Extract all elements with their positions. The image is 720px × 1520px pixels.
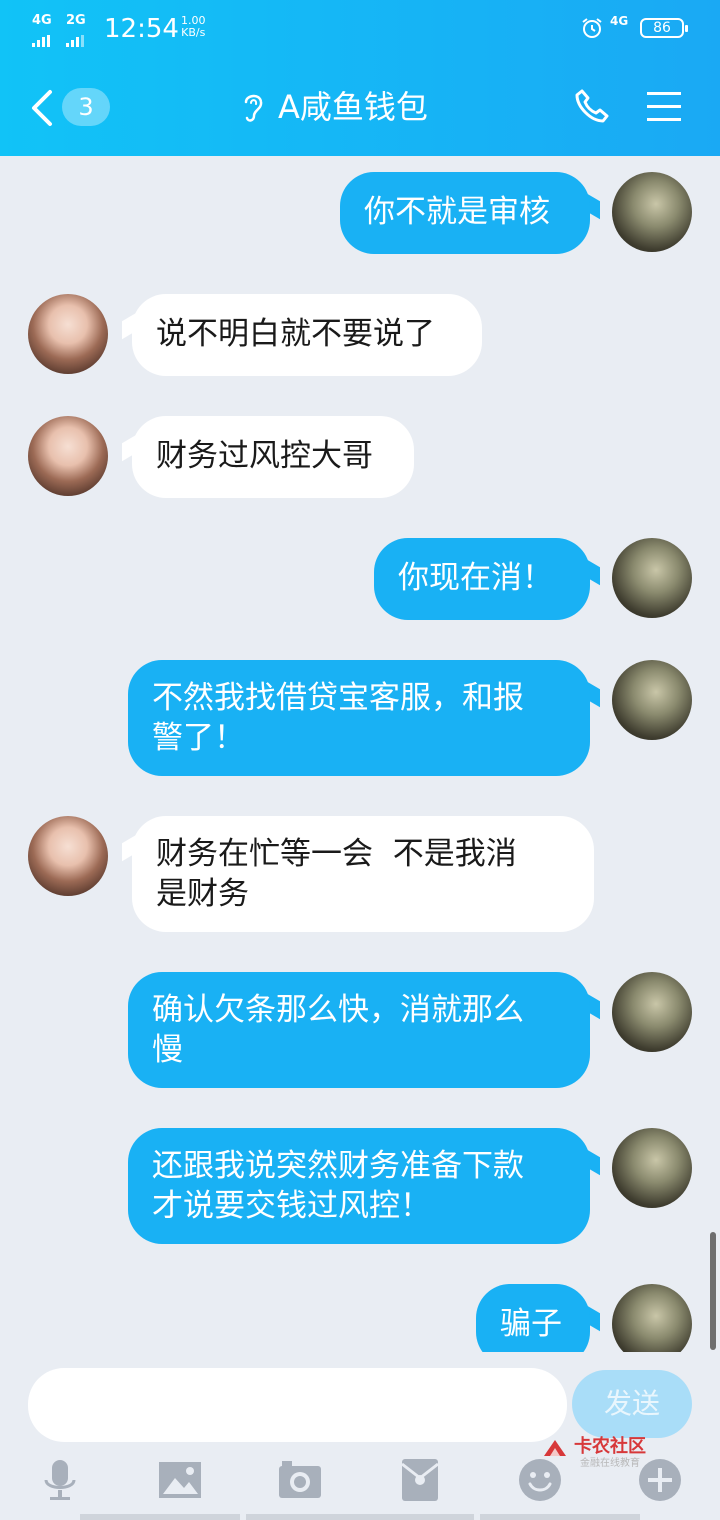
- plus-icon[interactable]: [638, 1458, 682, 1502]
- toolbar-divider: [480, 1514, 640, 1520]
- back-button[interactable]: 3: [28, 82, 118, 132]
- toolbar-divider: [246, 1514, 474, 1520]
- red-packet-icon[interactable]: [398, 1458, 442, 1502]
- message-text-line: 慢: [152, 1032, 183, 1068]
- unread-count-badge: 3: [62, 88, 110, 126]
- avatar-self[interactable]: [612, 972, 692, 1052]
- ear-icon: [244, 94, 263, 122]
- microphone-icon[interactable]: [38, 1458, 82, 1502]
- emoji-icon[interactable]: [518, 1458, 562, 1502]
- status-bar: 4G 2G 12:54 1.00 KB/s 4G 86: [0, 0, 720, 60]
- menu-icon[interactable]: [646, 88, 682, 124]
- battery-indicator: 86: [640, 18, 688, 38]
- message-bubble-other[interactable]: 财务在忙等一会 不是我消 是财务: [132, 816, 594, 932]
- message-text: 骗子: [500, 1306, 562, 1342]
- watermark-subtitle: 金融在线教育: [580, 1458, 640, 1469]
- message-text-line: 还跟我说突然财务准备下款: [152, 1148, 524, 1184]
- message-bubble-self[interactable]: 骗子: [476, 1284, 590, 1352]
- message-text-line: 财务在忙等一会 不是我消: [156, 836, 517, 872]
- message-text-line: 是财务: [156, 876, 249, 912]
- signal-type-1: 4G: [32, 13, 52, 28]
- signal-bars-2-icon: [66, 28, 86, 47]
- signal-type-2: 2G: [66, 13, 86, 28]
- alarm-icon: [582, 18, 602, 38]
- phone-icon[interactable]: [574, 88, 610, 124]
- avatar-self[interactable]: [612, 1284, 692, 1352]
- page-title: A咸鱼钱包: [278, 88, 428, 126]
- camera-icon[interactable]: [278, 1458, 322, 1502]
- avatar-contact[interactable]: [28, 416, 108, 496]
- message-text-line: 才说要交钱过风控！: [152, 1188, 431, 1224]
- signal-bars-1-icon: [32, 28, 52, 47]
- image-icon[interactable]: [158, 1458, 202, 1502]
- message-text-line: 警了！: [152, 720, 245, 756]
- message-bubble-self[interactable]: 你现在消！: [374, 538, 590, 620]
- message-bubble-other[interactable]: 财务过风控大哥: [132, 416, 414, 498]
- avatar-self[interactable]: [612, 660, 692, 740]
- message-input[interactable]: [28, 1368, 567, 1442]
- network-speed-unit: KB/s: [181, 26, 206, 39]
- message-text: 财务过风控大哥: [156, 438, 373, 474]
- network-type: 4G: [610, 14, 629, 28]
- chevron-left-icon: [32, 90, 52, 126]
- message-bubble-other[interactable]: 说不明白就不要说了: [132, 294, 482, 376]
- clipped-message-row: 骗子: [0, 1270, 720, 1352]
- message-bubble-self[interactable]: 不然我找借贷宝客服，和报 警了！: [128, 660, 590, 776]
- network-speed: 1.00 KB/s: [181, 15, 206, 39]
- avatar-contact[interactable]: [28, 816, 108, 896]
- message-text-line: 不然我找借贷宝客服，和报: [152, 680, 524, 716]
- message-bubble-self[interactable]: 还跟我说突然财务准备下款 才说要交钱过风控！: [128, 1128, 590, 1244]
- avatar-self[interactable]: [612, 172, 692, 252]
- avatar-self[interactable]: [612, 538, 692, 618]
- send-button[interactable]: 发送: [572, 1370, 692, 1438]
- chat-header: 4G 2G 12:54 1.00 KB/s 4G 86 3 A咸鱼钱包: [0, 0, 720, 156]
- clock: 12:54: [104, 14, 179, 44]
- scrollbar[interactable]: [710, 1232, 716, 1350]
- message-text: 你不就是审核: [364, 194, 550, 230]
- avatar-contact[interactable]: [28, 294, 108, 374]
- message-bubble-self[interactable]: 确认欠条那么快，消就那么 慢: [128, 972, 590, 1088]
- message-text: 你现在消！: [398, 560, 553, 596]
- message-text-line: 确认欠条那么快，消就那么: [152, 992, 524, 1028]
- avatar-self[interactable]: [612, 1128, 692, 1208]
- message-text: 说不明白就不要说了: [156, 316, 435, 352]
- toolbar-divider: [80, 1514, 240, 1520]
- message-bubble-self[interactable]: 你不就是审核: [340, 172, 590, 254]
